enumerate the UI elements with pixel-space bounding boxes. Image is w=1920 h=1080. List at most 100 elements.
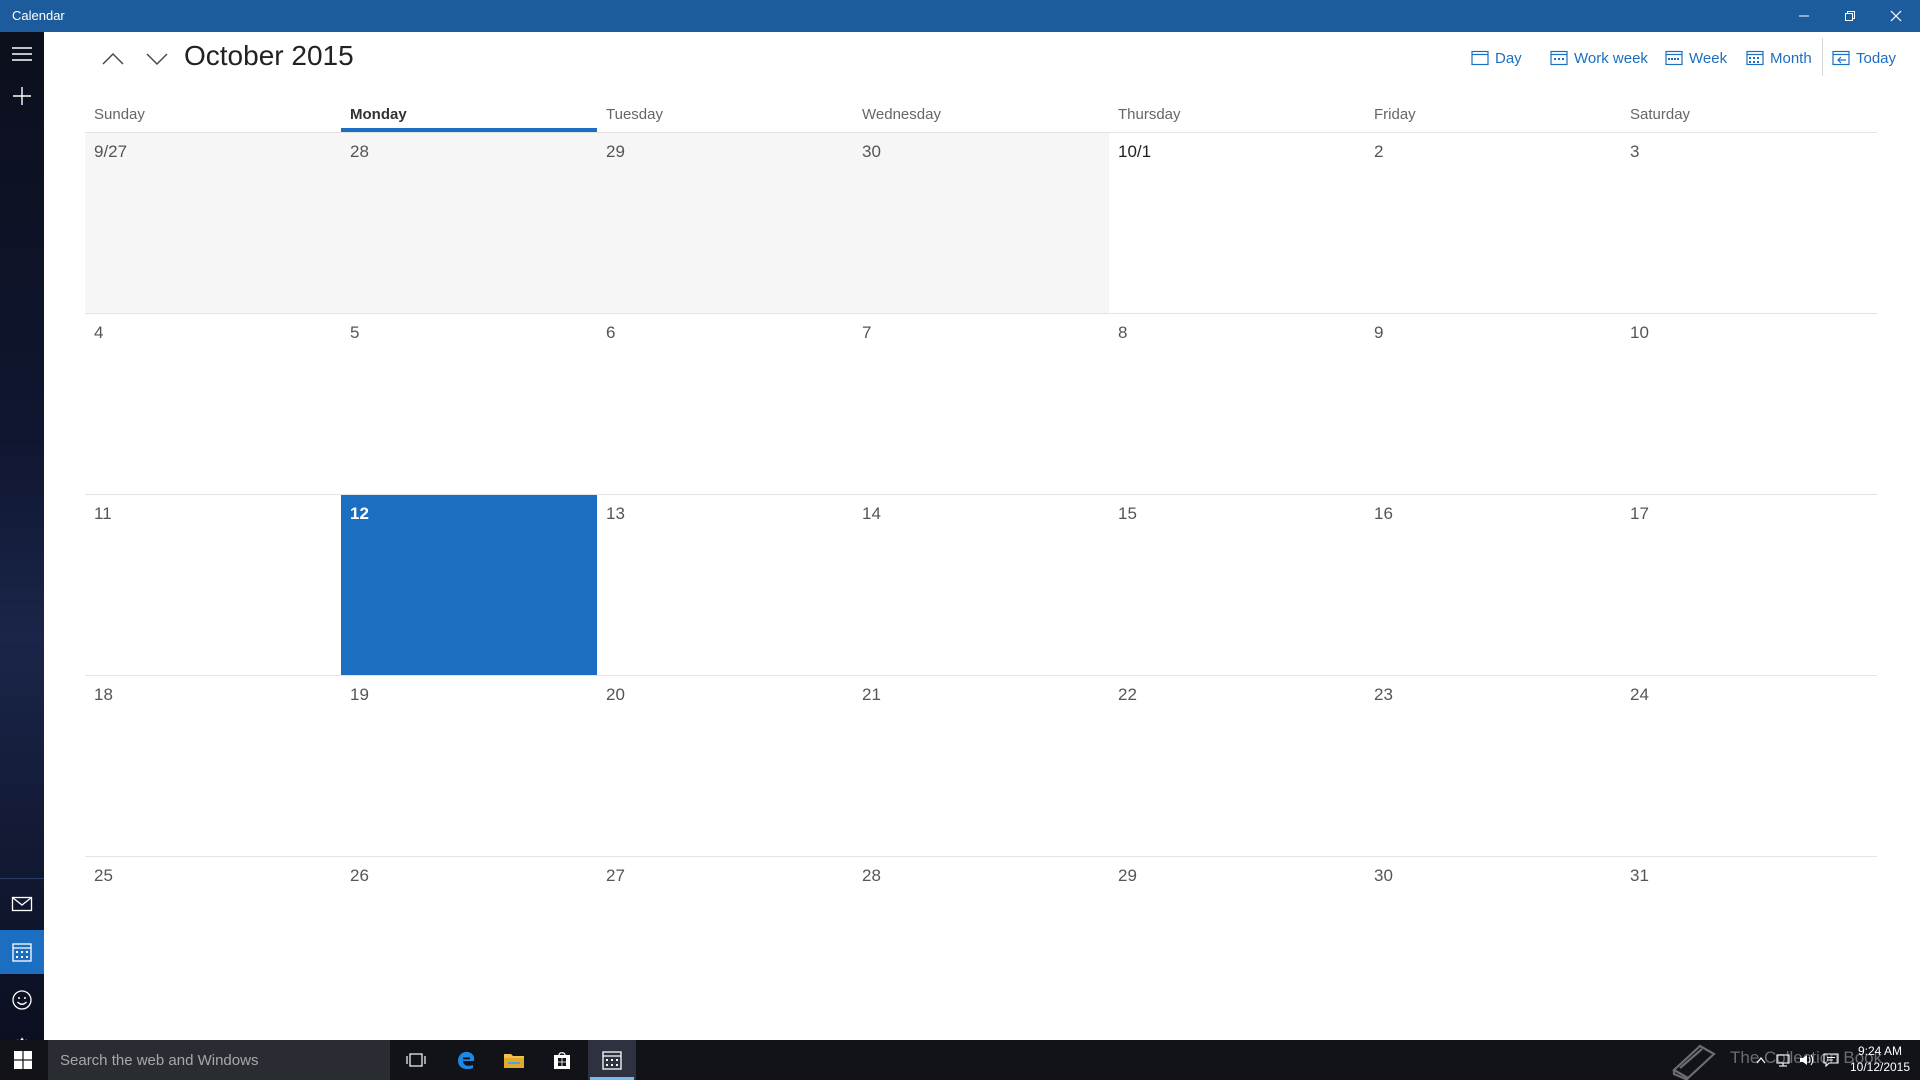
week-view-icon [1665,50,1683,66]
today-button[interactable]: Today [1832,44,1896,72]
day-number: 7 [862,323,872,342]
day-cell[interactable]: 25 [85,856,341,1037]
day-cell[interactable]: 14 [853,494,1109,675]
start-button[interactable] [0,1040,46,1080]
day-cell[interactable]: 17 [1621,494,1877,675]
day-cell[interactable]: 3 [1621,132,1877,313]
day-cell[interactable]: 7 [853,313,1109,494]
day-cell[interactable]: 29 [1109,856,1365,1037]
new-event-button[interactable] [0,74,44,118]
work-week-view-icon [1550,50,1568,66]
mail-button[interactable] [0,882,44,926]
day-number: 13 [606,504,625,523]
day-cell[interactable]: 28 [853,856,1109,1037]
day-cell[interactable]: 21 [853,675,1109,856]
day-cell[interactable]: 19 [341,675,597,856]
day-cell[interactable]: 22 [1109,675,1365,856]
show-hidden-icons-button[interactable] [1752,1040,1770,1080]
minimize-button[interactable] [1781,0,1827,32]
day-cell[interactable]: 6 [597,313,853,494]
day-cell[interactable]: 4 [85,313,341,494]
day-cell[interactable]: 28 [341,132,597,313]
day-cell[interactable]: 23 [1365,675,1621,856]
day-number: 30 [862,142,881,161]
edge-taskbar-button[interactable] [442,1040,490,1080]
day-cell[interactable]: 13 [597,494,853,675]
day-cell[interactable]: 20 [597,675,853,856]
day-cell[interactable]: 29 [597,132,853,313]
feedback-smiley-icon [12,990,32,1010]
day-cell[interactable]: 2 [1365,132,1621,313]
day-cell[interactable]: 5 [341,313,597,494]
edge-browser-icon [458,1051,475,1070]
day-number: 28 [862,866,881,885]
weekday-sunday: Sunday [85,100,341,132]
day-cell[interactable]: 9/27 [85,132,341,313]
month-view-button[interactable]: Month [1746,44,1812,72]
file-explorer-taskbar-button[interactable] [490,1040,538,1080]
day-number: 24 [1630,685,1649,704]
calendar-button[interactable] [0,930,44,974]
task-view-button[interactable] [392,1040,440,1080]
day-number: 25 [94,866,113,885]
weekday-label: Saturday [1630,106,1691,123]
notifications-button[interactable] [1820,1040,1842,1080]
week-view-button[interactable]: Week [1665,44,1727,72]
calendar-taskbar-button[interactable] [588,1040,636,1080]
day-number: 11 [94,504,112,523]
day-cell[interactable]: 24 [1621,675,1877,856]
day-cell[interactable]: 8 [1109,313,1365,494]
calendar-icon [12,943,32,962]
weekday-tuesday: Tuesday [597,100,853,132]
restore-button[interactable] [1827,0,1873,32]
weekday-label: Wednesday [862,106,941,123]
weekday-label: Friday [1374,106,1416,123]
previous-month-button[interactable] [95,44,131,74]
chevron-up-icon [102,53,124,65]
day-cell[interactable]: 11 [85,494,341,675]
work-week-view-button[interactable]: Work week [1550,44,1648,72]
day-cell[interactable]: 9 [1365,313,1621,494]
taskbar-clock[interactable]: 9:24 AM 10/12/2015 [1846,1043,1914,1075]
store-taskbar-button[interactable] [538,1040,586,1080]
folder-icon [504,1054,524,1068]
menu-button[interactable] [0,32,44,76]
day-number: 27 [606,866,625,885]
search-input[interactable]: Search the web and Windows [48,1040,390,1080]
windows-logo-icon [14,1051,32,1069]
day-cell[interactable]: 10 [1621,313,1877,494]
day-number: 5 [350,323,360,342]
day-number: 9 [1374,323,1384,342]
month-grid: 9/27 28 29 30 10/1 2 3 4 5 6 7 8 9 10 11… [85,132,1877,1037]
close-button[interactable] [1873,0,1919,32]
next-month-button[interactable] [139,44,175,74]
day-cell[interactable]: 31 [1621,856,1877,1037]
day-cell[interactable]: 30 [853,132,1109,313]
day-cell[interactable]: 16 [1365,494,1621,675]
day-number: 9/27 [94,142,128,161]
day-number: 30 [1374,866,1393,885]
calendar-header: October 2015 Day Work week Week Month To… [44,32,1920,94]
day-view-label: Day [1495,49,1522,67]
view-divider [1822,38,1823,76]
day-number: 16 [1374,504,1393,523]
day-cell-today[interactable]: 12 [341,494,597,675]
feedback-button[interactable] [0,978,44,1022]
day-number: 14 [862,504,881,523]
day-cell[interactable]: 10/1 [1109,132,1365,313]
store-bag-icon [554,1052,570,1069]
day-cell[interactable]: 18 [85,675,341,856]
day-cell[interactable]: 26 [341,856,597,1037]
day-view-button[interactable]: Day [1471,44,1522,72]
title-bar: Calendar [0,0,1920,32]
volume-button[interactable] [1796,1040,1818,1080]
weekday-friday: Friday [1365,100,1621,132]
weekday-label: Sunday [94,106,145,123]
network-button[interactable] [1772,1040,1794,1080]
day-number: 26 [350,866,369,885]
day-cell[interactable]: 30 [1365,856,1621,1037]
day-cell[interactable]: 27 [597,856,853,1037]
weekday-header: Sunday Monday Tuesday Wednesday Thursday… [85,100,1877,132]
day-cell[interactable]: 15 [1109,494,1365,675]
month-view-icon [1746,50,1764,66]
